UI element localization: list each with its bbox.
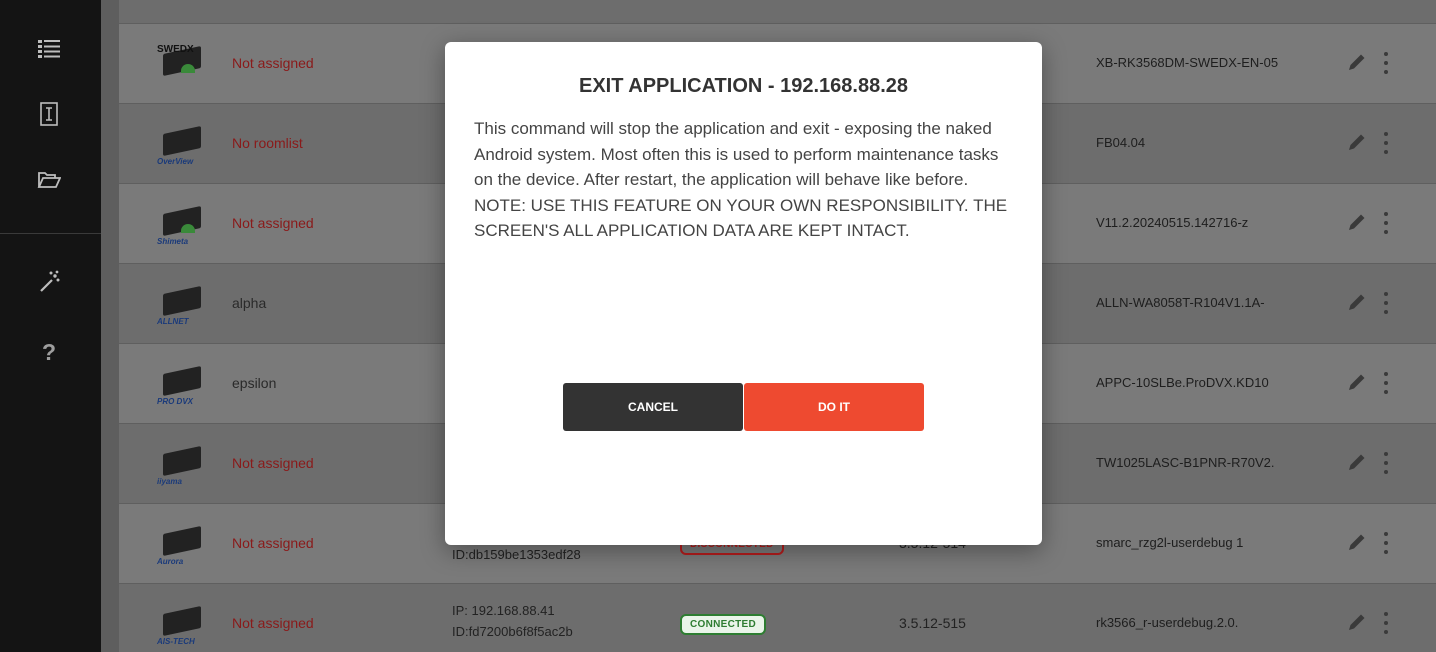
magic-wand-icon[interactable] bbox=[35, 268, 63, 296]
more-vert-icon[interactable] bbox=[1381, 212, 1391, 234]
device-name: epsilon bbox=[232, 375, 277, 391]
firmware-build: rk3566_r-userdebug.2.0. bbox=[1096, 615, 1239, 630]
pencil-icon[interactable] bbox=[1347, 132, 1367, 152]
text-cursor-icon[interactable] bbox=[35, 100, 63, 128]
more-vert-icon[interactable] bbox=[1381, 452, 1391, 474]
more-vert-icon[interactable] bbox=[1381, 372, 1391, 394]
firmware-build: XB-RK3568DM-SWEDX-EN-05 bbox=[1096, 55, 1279, 70]
table-row-partial bbox=[119, 0, 1436, 24]
more-vert-icon[interactable] bbox=[1381, 52, 1391, 74]
pencil-icon[interactable] bbox=[1347, 612, 1367, 632]
pencil-icon[interactable] bbox=[1347, 292, 1367, 312]
sidebar: ? bbox=[0, 0, 101, 652]
pencil-icon[interactable] bbox=[1347, 212, 1367, 232]
device-thumbnail: OverView bbox=[157, 124, 213, 166]
device-thumbnail: Aurora bbox=[157, 524, 213, 566]
sidebar-gutter bbox=[101, 0, 119, 652]
help-icon[interactable]: ? bbox=[35, 338, 63, 366]
firmware-build: FB04.04 bbox=[1096, 135, 1146, 150]
device-id: ID:fd7200b6f8f5ac2b bbox=[452, 624, 573, 639]
device-id: ID:db159be1353edf28 bbox=[452, 547, 581, 562]
device-name: Not assigned bbox=[232, 615, 314, 631]
pencil-icon[interactable] bbox=[1347, 452, 1367, 472]
device-thumbnail: Shimeta bbox=[157, 204, 213, 246]
more-vert-icon[interactable] bbox=[1381, 612, 1391, 634]
device-address: IP: 192.168.88.41 ID:fd7200b6f8f5ac2b bbox=[452, 600, 573, 642]
device-name: Not assigned bbox=[232, 55, 314, 71]
device-brand-logo: Shimeta bbox=[157, 237, 189, 246]
device-thumbnail: ALLNET bbox=[157, 284, 213, 326]
firmware-build: APPC-10SLBe.ProDVX.KD10 bbox=[1096, 375, 1269, 390]
table-row[interactable]: AIS-TECH Not assigned IP: 192.168.88.41 ID:… bbox=[119, 584, 1436, 652]
cancel-button[interactable]: CANCEL bbox=[563, 383, 743, 431]
device-brand-logo: ALLNET bbox=[157, 317, 189, 326]
firmware-build: ALLN-WA8058T-R104V1.1A- bbox=[1096, 295, 1265, 310]
device-brand-logo: Aurora bbox=[157, 557, 184, 566]
device-thumbnail: PRO DVX bbox=[157, 364, 213, 406]
device-brand-logo: OverView bbox=[157, 157, 194, 166]
pencil-icon[interactable] bbox=[1347, 372, 1367, 392]
device-ip: IP: 192.168.88.41 bbox=[452, 603, 555, 618]
device-brand-logo: iiyama bbox=[157, 477, 182, 486]
folder-open-icon[interactable] bbox=[35, 166, 63, 194]
device-name: Not assigned bbox=[232, 455, 314, 471]
do-it-button[interactable]: DO IT bbox=[744, 383, 924, 431]
list-icon[interactable] bbox=[35, 35, 63, 63]
device-name: Not assigned bbox=[232, 535, 314, 551]
device-address: ID:db159be1353edf28 bbox=[452, 544, 581, 565]
device-name: No roomlist bbox=[232, 135, 303, 151]
status-badge: CONNECTED bbox=[680, 614, 767, 635]
sidebar-divider bbox=[0, 233, 101, 234]
device-thumbnail: iiyama bbox=[157, 444, 213, 486]
device-thumbnail: AIS-TECH bbox=[157, 604, 213, 646]
exit-application-dialog: EXIT APPLICATION - 192.168.88.28 This co… bbox=[445, 42, 1042, 545]
more-vert-icon[interactable] bbox=[1381, 292, 1391, 314]
pencil-icon[interactable] bbox=[1347, 52, 1367, 72]
dialog-message: This command will stop the application a… bbox=[474, 119, 1008, 240]
device-brand-logo: SWEDX bbox=[157, 44, 194, 55]
pencil-icon[interactable] bbox=[1347, 532, 1367, 552]
firmware-build: smarc_rzg2l-userdebug 1 bbox=[1096, 535, 1244, 550]
firmware-build: TW1025LASC-B1PNR-R70V2. bbox=[1096, 455, 1275, 470]
device-thumbnail: SWEDX bbox=[157, 44, 213, 84]
dialog-title: EXIT APPLICATION - 192.168.88.28 bbox=[578, 75, 908, 97]
device-name: Not assigned bbox=[232, 215, 314, 231]
more-vert-icon[interactable] bbox=[1381, 532, 1391, 554]
device-brand-logo: PRO DVX bbox=[157, 397, 194, 406]
device-name: alpha bbox=[232, 295, 267, 311]
device-brand-logo: AIS-TECH bbox=[157, 637, 195, 646]
more-vert-icon[interactable] bbox=[1381, 132, 1391, 154]
firmware-build: V11.2.20240515.142716-z bbox=[1096, 215, 1249, 230]
app-version: 3.5.12-515 bbox=[899, 615, 966, 631]
